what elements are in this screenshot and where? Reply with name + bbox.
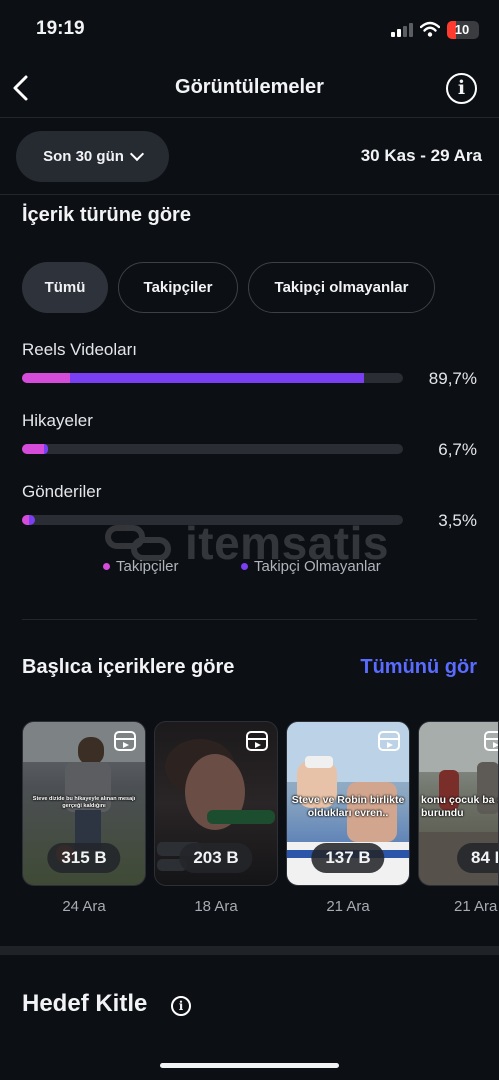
date-range-text: 30 Kas - 29 Ara — [360, 146, 482, 165]
legend-non-followers: Takipçi Olmayanlar — [241, 558, 381, 575]
views-pill: 137 B — [311, 843, 385, 873]
see-all-link[interactable]: Tümünü gör — [360, 656, 477, 679]
row-percent-stories: 6,7% — [438, 440, 477, 459]
top-content-item-3[interactable]: Steve ve Robin birlikte oldukları evren.… — [286, 721, 410, 886]
legend-label-non-followers: Takipçi Olmayanlar — [254, 558, 381, 575]
row-label-reels: Reels Videoları — [22, 340, 137, 359]
top-content-item-4[interactable]: konu çocuk ba olunca burundu 84 B — [418, 721, 499, 886]
home-indicator[interactable] — [160, 1063, 339, 1068]
legend-followers: Takipçiler — [103, 558, 179, 575]
audience-info-icon[interactable]: i — [171, 996, 191, 1016]
reel-icon — [114, 731, 136, 751]
chip-followers-label: Takipçiler — [143, 279, 213, 296]
battery-icon: 10 — [447, 21, 479, 39]
chip-followers[interactable]: Takipçiler — [118, 262, 238, 313]
top-content-date-1: 24 Ara — [62, 898, 106, 915]
date-range-dropdown-label: Son 30 gün — [43, 148, 124, 165]
info-icon[interactable]: i — [446, 73, 477, 104]
thumb-1-caption: Steve dizide bu hikayeyle alınan mesajı … — [32, 796, 136, 809]
bar-posts-followers — [22, 515, 30, 525]
reel-icon — [246, 731, 268, 751]
row-label-stories: Hikayeler — [22, 411, 93, 430]
legend-label-followers: Takipçiler — [116, 558, 179, 575]
cellular-signal-icon — [391, 23, 413, 37]
thumb-4-caption: konu çocuk ba olunca burundu — [421, 794, 498, 819]
bar-reels — [22, 373, 403, 383]
chip-all[interactable]: Tümü — [22, 262, 108, 313]
views-pill: 315 B — [47, 843, 121, 873]
views-pill: 84 B — [457, 843, 498, 873]
top-content-date-3: 21 Ara — [326, 898, 370, 915]
reel-icon — [378, 731, 400, 751]
views-pill: 203 B — [179, 843, 253, 873]
legend-dot-followers — [103, 563, 110, 570]
row-percent-posts: 3,5% — [438, 511, 477, 530]
chip-all-label: Tümü — [44, 279, 86, 296]
header-divider — [0, 117, 499, 118]
top-content-date-4: 21 Ara — [454, 898, 498, 915]
reel-icon — [484, 731, 498, 751]
chevron-down-icon — [129, 146, 144, 162]
row-percent-reels: 89,7% — [428, 369, 477, 388]
bar-reels-non-followers — [69, 373, 364, 383]
bar-reels-followers — [22, 373, 70, 383]
chip-non-followers[interactable]: Takipçi olmayanlar — [248, 262, 435, 313]
filter-divider — [0, 194, 499, 195]
row-label-posts: Gönderiler — [22, 482, 102, 501]
top-content-item-1[interactable]: Steve dizide bu hikayeyle alınan mesajı … — [22, 721, 146, 886]
bar-stories-followers — [22, 444, 44, 454]
battery-level: 10 — [454, 22, 470, 37]
top-content-item-2[interactable]: 203 B — [154, 721, 278, 886]
thumb-3-caption: Steve ve Robin birlikte oldukları evren.… — [291, 794, 405, 819]
audience-heading: Hedef Kitle — [22, 990, 148, 1017]
top-content-heading: Başlıca içeriklere göre — [22, 656, 235, 678]
content-type-heading: İçerik türüne göre — [22, 204, 191, 226]
chip-non-followers-label: Takipçi olmayanlar — [274, 279, 409, 296]
date-range-dropdown[interactable]: Son 30 gün — [16, 131, 169, 182]
bar-posts-non-followers — [29, 515, 36, 525]
wifi-icon — [420, 21, 440, 37]
status-time: 19:19 — [36, 18, 85, 39]
page-title: Görüntülemeler — [175, 76, 324, 98]
bar-stories — [22, 444, 403, 454]
legend-dot-non-followers — [241, 563, 248, 570]
top-content-date-2: 18 Ara — [194, 898, 238, 915]
section-divider — [22, 619, 477, 620]
bar-stories-non-followers — [43, 444, 48, 454]
section-separator — [0, 946, 499, 955]
